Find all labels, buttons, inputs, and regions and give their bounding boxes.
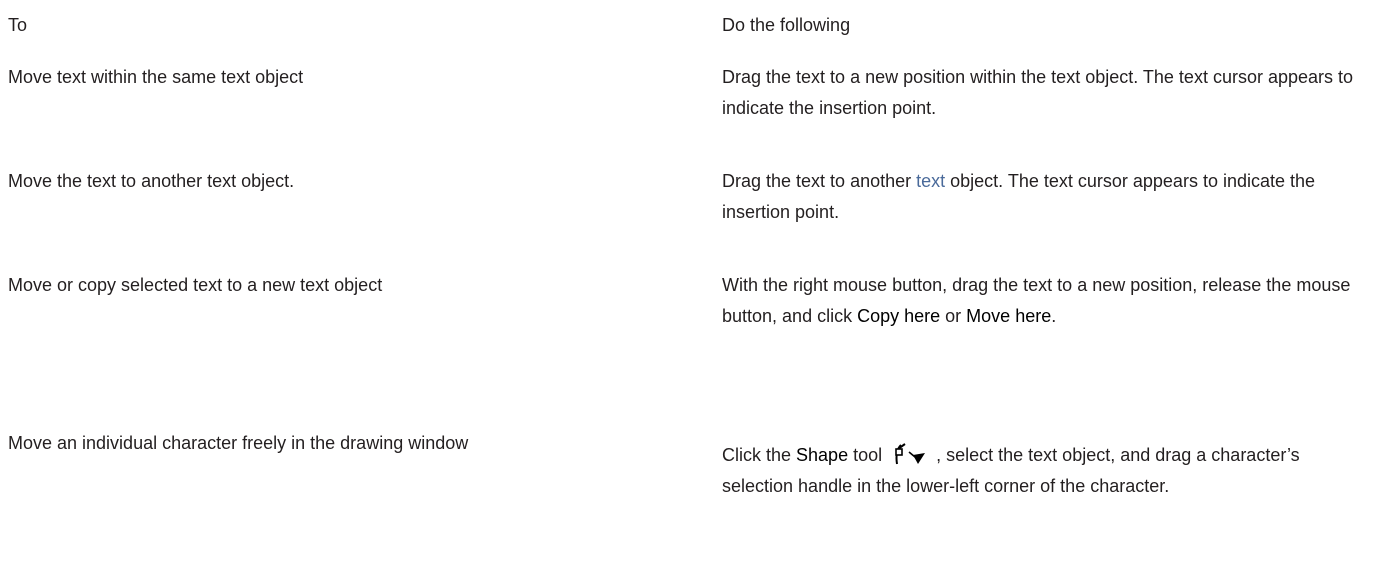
header-to: To (8, 15, 28, 35)
row-4-do: Click the Shape tool, select the text ob… (722, 440, 1362, 502)
row-4-do-text-middle: tool (848, 445, 883, 465)
row-2-to: Move the text to another text object. (8, 171, 295, 191)
row-3-do-text-after: . (1051, 306, 1057, 326)
copy-here-term: Copy here (857, 306, 941, 326)
row-4-to: Move an individual character freely in t… (8, 433, 469, 453)
row-3-to: Move or copy selected text to a new text… (8, 275, 383, 295)
row-3-do: With the right mouse button, drag the te… (722, 270, 1362, 332)
row-3-do-text-middle: or (940, 306, 967, 326)
row-2-do-text-before: Drag the text to another (722, 171, 917, 191)
row-1-do: Drag the text to a new position within t… (722, 67, 1354, 118)
row-2-do: Drag the text to another text object. Th… (722, 166, 1362, 228)
shape-tool-term: Shape (796, 445, 849, 465)
move-here-term: Move here (966, 306, 1052, 326)
text-object-link[interactable]: text (916, 171, 945, 191)
header-do-the-following: Do the following (722, 15, 851, 35)
document-page: { "table": { "header": { "to": "To", "do… (0, 0, 1378, 579)
row-1-to: Move text within the same text object (8, 67, 304, 87)
row-4-do-text-before: Click the (722, 445, 797, 465)
shape-tool-icon (892, 443, 930, 465)
